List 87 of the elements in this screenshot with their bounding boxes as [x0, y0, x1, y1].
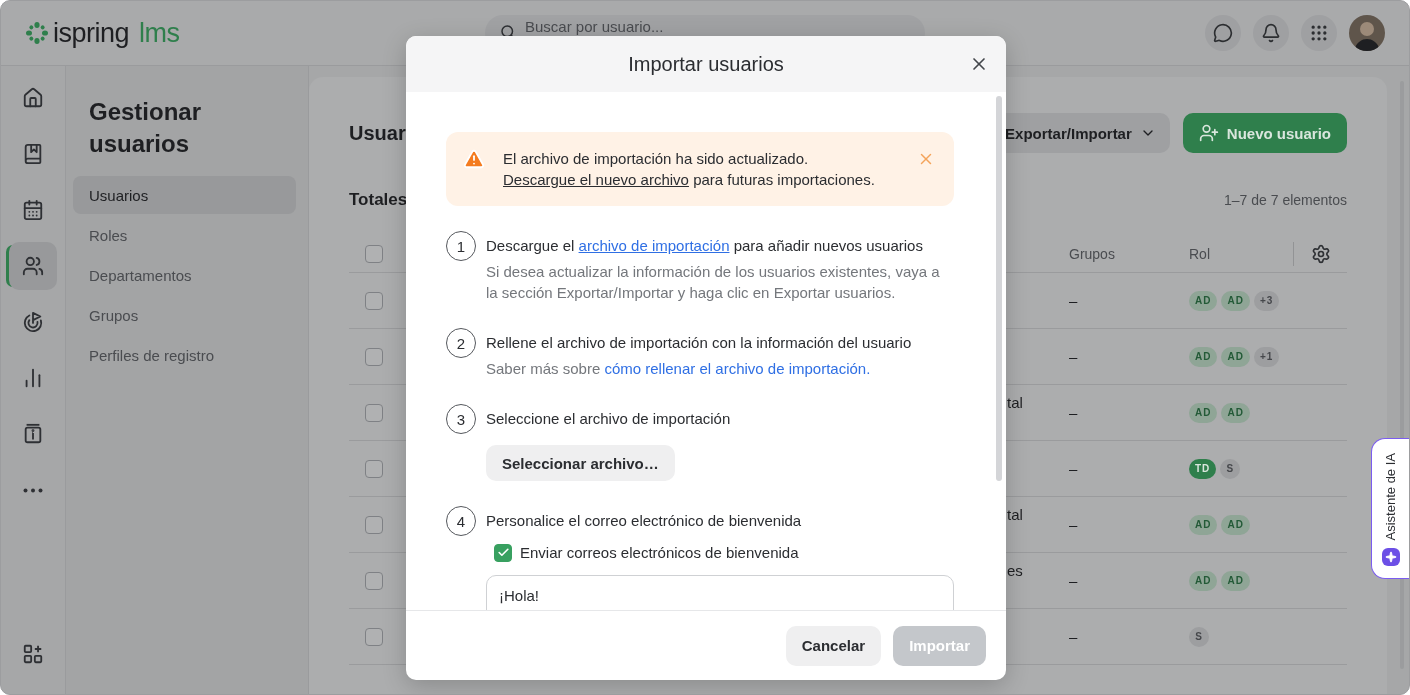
role-tag: +1 — [1253, 346, 1280, 367]
checkbox[interactable] — [494, 543, 512, 562]
book-icon — [22, 143, 44, 165]
row-checkbox[interactable] — [365, 291, 383, 310]
row-checkbox[interactable] — [365, 515, 383, 534]
checkbox-label: Enviar correos electrónicos de bienvenida — [520, 543, 799, 563]
nav-item[interactable]: Perfiles de registro — [73, 336, 296, 374]
home-icon — [22, 87, 44, 109]
warning-text: El archivo de importación ha sido actualizado. Descargue el nuevo archivo para futuras importaciones. — [503, 149, 876, 190]
users-icon — [22, 255, 44, 277]
table-cell: – — [1069, 628, 1078, 645]
add-apps-icon — [22, 643, 44, 665]
role-tag: AD — [1221, 570, 1250, 591]
grid-icon — [1309, 23, 1329, 43]
help-link[interactable]: cómo rellenar el archivo de importación. — [604, 360, 871, 377]
step-title: Rellene el archivo de importación con la información del usuario — [486, 333, 912, 353]
ai-assistant-tab[interactable]: Asistente de IA — [1371, 438, 1409, 579]
row-checkbox[interactable] — [365, 347, 383, 366]
role-tag: AD — [1221, 402, 1250, 423]
totals-label: Totales — [349, 190, 408, 210]
role-tag: S — [1189, 626, 1209, 647]
nav-item[interactable]: Usuarios — [73, 176, 296, 214]
user-plus-icon — [1198, 123, 1219, 143]
table-cell: tal — [1007, 506, 1023, 523]
sparkle-icon — [1381, 548, 1400, 566]
bell-icon — [1261, 23, 1281, 43]
step-note: Si desea actualizar la información de los usuarios existentes, vaya a la sección Exportar/Importar y haga clic en Exportar usuarios. — [486, 262, 941, 303]
chat-button[interactable] — [1205, 15, 1241, 51]
step-title: Seleccione el archivo de importación — [486, 409, 731, 429]
nav-item[interactable]: Grupos — [73, 296, 296, 334]
select-all-checkbox[interactable] — [365, 244, 383, 263]
info-box-icon — [22, 423, 44, 445]
item-count: 1–7 de 7 elementos — [1224, 192, 1347, 208]
target-icon — [22, 311, 44, 333]
page-title: Gestionar usuarios — [89, 97, 203, 159]
step-note: Saber más sobre cómo rellenar el archivo de importación. — [486, 359, 871, 379]
role-tag: AD — [1189, 290, 1218, 311]
role-tag: S — [1220, 458, 1241, 479]
table-cell: – — [1069, 572, 1078, 589]
new-user-button[interactable]: Nuevo usuario — [1182, 113, 1347, 153]
nav-item[interactable]: Departamentos — [73, 256, 296, 294]
row-checkbox[interactable] — [365, 571, 383, 590]
nav-item[interactable]: Roles — [73, 216, 296, 254]
table-cell: – — [1069, 460, 1078, 477]
table-cell: tal — [1007, 394, 1023, 411]
role-tag: TD — [1189, 458, 1217, 479]
row-checkbox[interactable] — [365, 627, 383, 646]
role-tag: AD — [1221, 346, 1250, 367]
logo-text: lms — [139, 17, 180, 49]
message-field[interactable]: ¡Hola! — [486, 575, 954, 610]
notifications-button[interactable] — [1253, 15, 1289, 51]
calendar-icon — [22, 199, 44, 221]
logo-text: ispring — [53, 17, 130, 49]
table-cell: – — [1069, 348, 1078, 365]
step-title: Personalice el correo electrónico de bienvenida — [486, 511, 802, 531]
role-tag: AD — [1189, 570, 1218, 591]
role-tag: AD — [1189, 346, 1218, 367]
logo-mark-icon — [25, 21, 49, 45]
check-icon — [496, 546, 510, 559]
section-title: Usuar — [349, 121, 406, 145]
warning-icon — [463, 148, 485, 170]
apps-button[interactable] — [1301, 15, 1337, 51]
role-tag: AD — [1189, 402, 1218, 423]
cancel-button[interactable]: Cancelar — [785, 625, 882, 666]
table-cell: – — [1069, 404, 1078, 421]
row-checkbox[interactable] — [365, 403, 383, 422]
rail-item[interactable] — [9, 242, 57, 290]
step-title: Descargue el archivo de importación para añadir nuevos usuarios — [486, 236, 923, 256]
role-tag: +3 — [1253, 290, 1280, 311]
select-file-button[interactable]: Seleccionar archivo… — [486, 445, 675, 481]
column-header: Grupos — [1069, 245, 1116, 262]
role-tag: AD — [1221, 514, 1250, 535]
avatar[interactable] — [1349, 15, 1385, 51]
chat-icon — [1213, 23, 1233, 43]
dialog-title: Importar usuarios — [628, 52, 784, 76]
scrollbar[interactable] — [996, 96, 1002, 481]
table-cell: es — [1007, 562, 1023, 579]
role-tag: AD — [1189, 514, 1218, 535]
role-tag: AD — [1221, 290, 1250, 311]
table-cell: – — [1069, 516, 1078, 533]
file-link[interactable]: archivo de importación — [578, 237, 730, 254]
row-checkbox[interactable] — [365, 459, 383, 478]
more-icon — [23, 487, 43, 493]
column-header: Rol — [1189, 245, 1211, 262]
table-cell: – — [1069, 292, 1078, 309]
settings-icon[interactable] — [1310, 243, 1331, 264]
download-link[interactable]: Descargue el nuevo archivo — [503, 171, 689, 188]
